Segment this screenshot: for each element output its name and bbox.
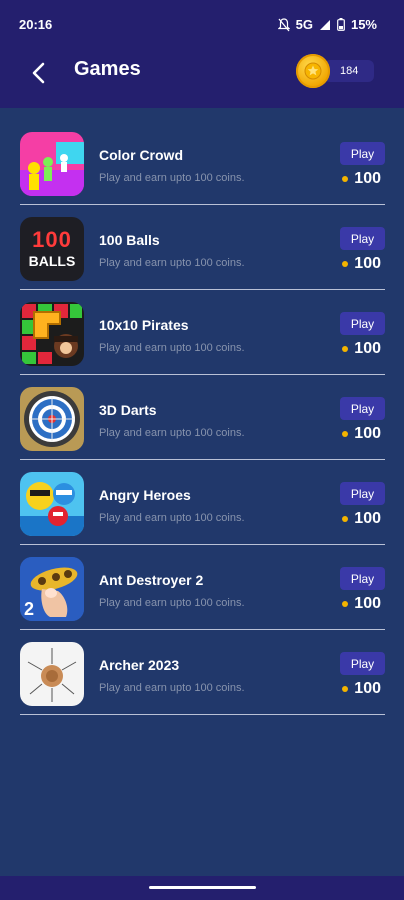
signal-icon — [319, 19, 331, 31]
game-description: Play and earn upto 100 coins. — [99, 342, 245, 354]
reward-value: 100 — [354, 510, 381, 527]
coin-dot-icon — [342, 516, 349, 522]
play-button[interactable]: Play — [340, 227, 385, 250]
reward: 100 — [342, 340, 381, 358]
game-title: 100 Balls — [99, 232, 160, 248]
reward-value: 100 — [354, 680, 381, 697]
back-arrow-icon — [32, 62, 45, 84]
game-description: Play and earn upto 100 coins. — [99, 172, 245, 184]
archer-icon — [20, 642, 84, 706]
reward: 100 — [342, 510, 381, 528]
game-row-10x10-pirates[interactable]: 10x10 Pirates Play and earn upto 100 coi… — [20, 290, 385, 375]
game-title: 10x10 Pirates — [99, 317, 189, 333]
coin-dot-icon — [342, 601, 349, 607]
thumb-number: 100 — [32, 227, 72, 252]
game-row-3d-darts[interactable]: 3D Darts Play and earn upto 100 coins. P… — [20, 375, 385, 460]
coin-dot-icon — [342, 176, 349, 182]
coin-dot-icon — [342, 686, 349, 692]
play-button[interactable]: Play — [340, 652, 385, 675]
reward-value: 100 — [354, 170, 381, 187]
coin-dot-icon — [342, 431, 349, 437]
reward: 100 — [342, 255, 381, 273]
status-icons: 5G 15% — [277, 17, 377, 32]
coin-icon — [296, 54, 330, 88]
coin-balance: 184 — [340, 65, 359, 77]
status-bar: 20:16 5G 15% — [0, 0, 404, 48]
play-button[interactable]: Play — [340, 397, 385, 420]
game-row-ant-destroyer-2[interactable]: 2 Ant Destroyer 2 Play and earn upto 100… — [20, 545, 385, 630]
battery-label: 15% — [350, 17, 377, 32]
angry-heroes-icon — [20, 472, 84, 536]
play-button[interactable]: Play — [340, 567, 385, 590]
pirates-icon — [20, 302, 84, 366]
game-title: Angry Heroes — [99, 487, 191, 503]
app-bar: 20:16 5G 15% Games 184 — [0, 0, 404, 108]
thumb-word: BALLS — [28, 253, 76, 269]
reward: 100 — [342, 425, 381, 443]
navigation-bar — [0, 876, 404, 900]
play-button[interactable]: Play — [340, 482, 385, 505]
battery-icon — [337, 18, 345, 31]
color-crowd-icon — [20, 132, 84, 196]
mute-icon — [277, 17, 290, 32]
reward-value: 100 — [354, 425, 381, 442]
ant-destroyer-icon: 2 — [20, 557, 84, 621]
page-title: Games — [74, 58, 141, 80]
game-description: Play and earn upto 100 coins. — [99, 597, 245, 609]
reward-value: 100 — [354, 255, 381, 272]
reward: 100 — [342, 680, 381, 698]
coin-wallet[interactable]: 184 — [296, 54, 380, 88]
game-description: Play and earn upto 100 coins. — [99, 682, 245, 694]
network-label: 5G — [295, 17, 313, 32]
thumb-number: 2 — [24, 599, 35, 619]
play-button[interactable]: Play — [340, 142, 385, 165]
game-description: Play and earn upto 100 coins. — [99, 512, 245, 524]
game-title: 3D Darts — [99, 402, 157, 418]
reward-value: 100 — [354, 595, 381, 612]
reward: 100 — [342, 595, 381, 613]
game-row-angry-heroes[interactable]: Angry Heroes Play and earn upto 100 coin… — [20, 460, 385, 545]
game-title: Color Crowd — [99, 147, 183, 163]
game-title: Archer 2023 — [99, 657, 180, 673]
coin-dot-icon — [342, 261, 349, 267]
back-button[interactable] — [24, 58, 54, 88]
status-time: 20:16 — [19, 17, 53, 32]
game-row-archer-2023[interactable]: Archer 2023 Play and earn upto 100 coins… — [20, 630, 385, 715]
games-list: Color Crowd Play and earn upto 100 coins… — [20, 120, 385, 715]
header: Games 184 — [0, 48, 404, 104]
coin-dot-icon — [342, 346, 349, 352]
play-button[interactable]: Play — [340, 312, 385, 335]
game-title: Ant Destroyer 2 — [99, 572, 204, 588]
home-indicator[interactable] — [149, 886, 256, 889]
reward: 100 — [342, 170, 381, 188]
reward-value: 100 — [354, 340, 381, 357]
game-row-color-crowd[interactable]: Color Crowd Play and earn upto 100 coins… — [20, 120, 385, 205]
game-row-100-balls[interactable]: 100 BALLS 100 Balls Play and earn upto 1… — [20, 205, 385, 290]
darts-icon — [20, 387, 84, 451]
100-balls-icon: 100 BALLS — [20, 217, 84, 281]
game-description: Play and earn upto 100 coins. — [99, 257, 245, 269]
game-description: Play and earn upto 100 coins. — [99, 427, 245, 439]
